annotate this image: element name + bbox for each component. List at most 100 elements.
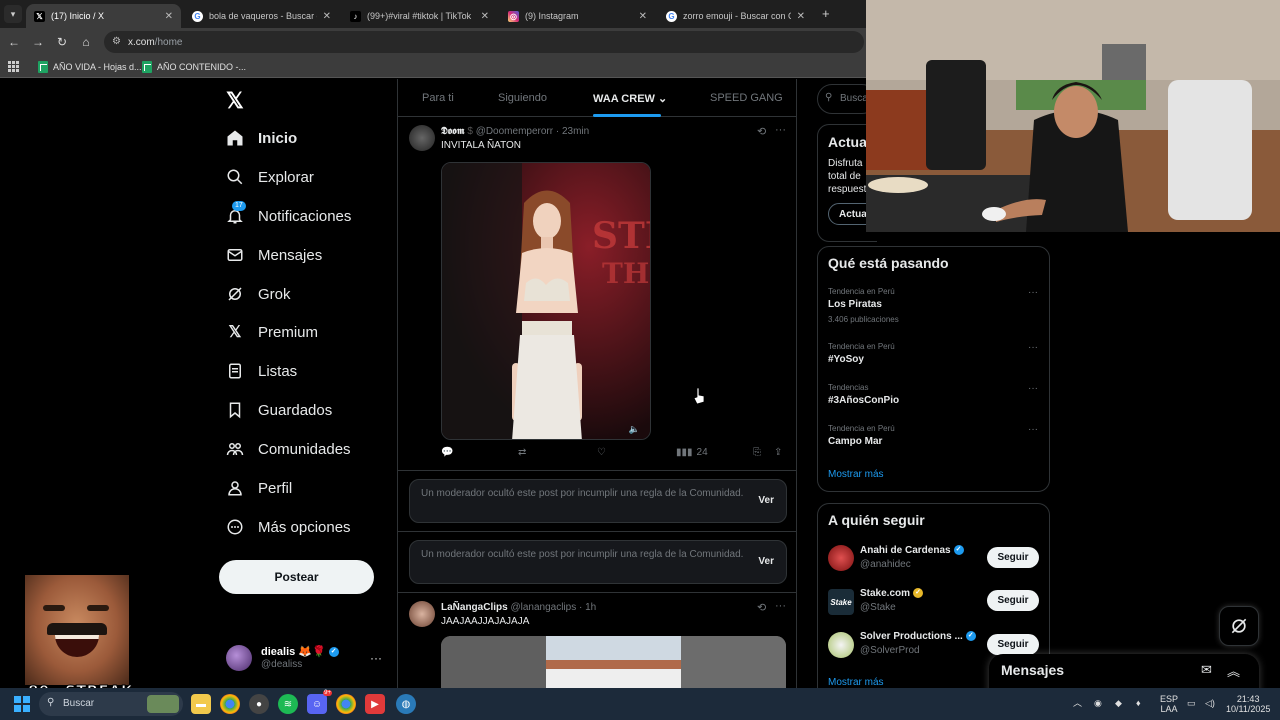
repost-icon[interactable]: ⇄ [518,447,526,458]
nav-comunidades[interactable]: Comunidades [226,436,351,462]
trend-item[interactable]: Campo Mar [828,436,882,447]
follow-name[interactable]: Stake.com ✓ [860,588,924,599]
tab-para-ti[interactable]: Para ti [422,92,454,104]
reload-icon[interactable]: ↻ [54,34,70,50]
follow-button[interactable]: Seguir [987,634,1039,655]
close-tab-icon[interactable]: ✕ [165,11,173,22]
address-bar[interactable]: ⚙ x.com/home [104,31,864,53]
tray-app-icon[interactable]: ◆ [1115,698,1122,708]
language-indicator[interactable]: ESP LAA [1160,694,1178,714]
nav-premium[interactable]: 𝕏 Premium [226,319,318,345]
nav-notificaciones[interactable]: 17 Notificaciones [226,201,351,229]
taskbar-search[interactable]: ⚲ Buscar [39,692,183,716]
nav-inicio[interactable]: Inicio [226,125,297,151]
follow-name[interactable]: Anahi de Cardenas ✓ [860,545,964,556]
nav-perfil[interactable]: Perfil [226,475,292,501]
follow-button[interactable]: Seguir [987,547,1039,568]
file-explorer-icon[interactable]: ▬ [191,694,211,714]
chrome-profile-icon[interactable] [336,694,356,714]
tweet-handle[interactable]: @Doomemperorr [476,126,553,137]
tray-app-icon[interactable]: ◉ [1094,698,1102,708]
avatar[interactable] [409,125,435,151]
nav-explorar[interactable]: Explorar [226,164,314,190]
more-dots-icon[interactable]: ··· [775,124,786,136]
tab-tiktok[interactable]: ♪ (99+)#viral #tiktok | TikTok ✕ [342,4,497,28]
views-button[interactable]: ▮▮▮ 24 [676,447,708,458]
more-dots-icon[interactable]: ··· [1028,342,1038,353]
spotify-icon[interactable]: ≋ [278,694,298,714]
more-dots-icon[interactable]: ··· [775,600,786,612]
reply-icon[interactable]: 💬 [441,447,453,458]
tweet-author[interactable]: 𝕯𝖔𝖔𝖒 [441,126,465,137]
view-hidden-post-button[interactable]: Ver [758,555,774,568]
tab-siguiendo[interactable]: Siguiendo [498,92,547,104]
streaming-app-icon[interactable]: ▶ [365,694,385,714]
tab-google-search-2[interactable]: G zorro emouji - Buscar con Google ✕ [658,4,813,28]
avatar[interactable]: Stake [828,589,854,615]
discord-icon[interactable]: ☺ 9+ [307,690,332,714]
chrome-icon[interactable] [220,694,240,714]
more-dots-icon[interactable]: ··· [1028,383,1038,394]
trend-item[interactable]: Los Piratas [828,299,882,310]
tab-instagram[interactable]: ◎ (9) Instagram ✕ [500,4,655,28]
show-more-link[interactable]: Mostrar más [828,469,884,480]
avatar[interactable] [828,545,854,571]
close-tab-icon[interactable]: ✕ [797,11,805,22]
nav-guardados[interactable]: Guardados [226,397,332,423]
avatar[interactable] [409,601,435,627]
more-dots-icon[interactable]: ··· [370,651,382,665]
trend-item[interactable]: #3AñosConPio [828,395,899,406]
avatar[interactable] [828,632,854,658]
tab-waa-crew[interactable]: WAA CREW ⌄ [593,92,667,105]
show-hidden-icons[interactable]: ︿ [1073,698,1082,708]
nav-listas[interactable]: Listas [226,358,297,384]
more-dots-icon[interactable]: ··· [1028,287,1038,298]
share-icon[interactable]: ⇪ [774,447,782,458]
bookmark-ano-contenido[interactable]: AÑO CONTENIDO -... [142,61,246,73]
forward-arrow-icon[interactable]: → [30,34,46,50]
obs-icon[interactable]: ● [249,694,269,714]
tab-google-search[interactable]: G bola de vaqueros - Buscar con Google ✕ [184,4,339,28]
nav-mas-opciones[interactable]: Más opciones [226,514,351,540]
volume-icon[interactable]: 🔈 [629,424,640,435]
follow-name[interactable]: Solver Productions ... ✓ [860,631,976,642]
grok-icon[interactable]: ⟲ [757,125,766,138]
bookmark-ano-vida[interactable]: AÑO VIDA - Hojas d... [38,61,142,73]
network-icon[interactable]: ▭ [1187,698,1196,708]
clock[interactable]: 21:43 10/11/2025 [1226,694,1270,714]
post-button[interactable]: Postear [219,560,374,594]
close-tab-icon[interactable]: ✕ [323,11,331,22]
view-hidden-post-button[interactable]: Ver [758,494,774,507]
nav-mensajes[interactable]: Mensajes [226,242,322,268]
trend-item[interactable]: #YoSoy [828,354,864,365]
tab-x-home[interactable]: 𝕏 (17) Inicio / X ✕ [26,4,181,28]
tab-speed-gang[interactable]: SPEED GANG [710,92,783,104]
close-tab-icon[interactable]: ✕ [639,11,647,22]
account-switcher[interactable]: diealis 🦊🌹 ✓ @dealiss ··· [226,643,386,673]
nav-grok[interactable]: Grok [226,281,291,307]
volume-icon[interactable]: ◁) [1205,698,1215,708]
network-globe-icon[interactable]: ◍ [396,694,416,714]
tab-search-menu-button[interactable]: ▾ [4,5,22,23]
microphone-icon[interactable]: ♦ [1136,698,1141,708]
more-dots-icon[interactable]: ··· [1028,424,1038,435]
show-more-link[interactable]: Mostrar más [828,677,884,688]
grok-icon[interactable]: ⟲ [757,601,766,614]
apps-grid-icon[interactable] [8,61,19,72]
tweet-author[interactable]: LaÑangaClips [441,602,508,613]
home-button-icon[interactable]: ⌂ [78,34,94,50]
tweet-media[interactable] [441,636,786,688]
site-info-icon[interactable]: ⚙ [112,36,121,47]
new-tab-button[interactable]: + [822,6,830,21]
x-logo-icon[interactable]: 𝕏 [226,88,244,114]
expand-up-icon[interactable]: ︽ [1227,661,1240,680]
new-message-icon[interactable]: ✉ [1201,662,1212,678]
like-icon[interactable]: ♡ [597,447,606,458]
close-tab-icon[interactable]: ✕ [481,11,489,22]
follow-button[interactable]: Seguir [987,590,1039,611]
bookmark-icon[interactable]: ⎘ [753,447,761,458]
windows-start-icon[interactable] [12,694,32,714]
tweet-media[interactable]: STRA THI 🔈 [441,162,651,440]
tweet-handle[interactable]: @lanangaclips [510,602,576,613]
back-arrow-icon[interactable]: ← [6,34,22,50]
